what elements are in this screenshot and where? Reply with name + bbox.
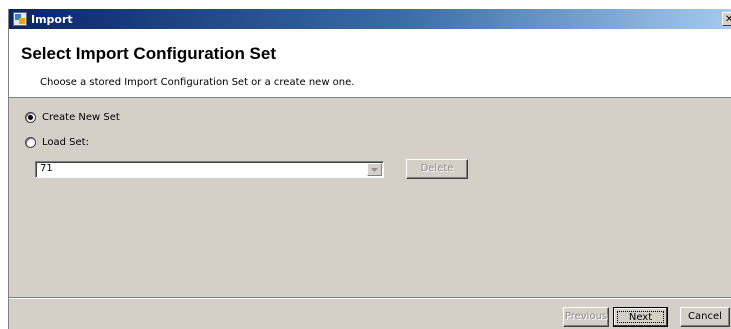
page-subtitle: Choose a stored Import Configuration Set… xyxy=(40,77,355,88)
set-selector-dropdown[interactable]: 71 xyxy=(35,161,384,178)
import-wizard-icon xyxy=(12,11,28,27)
delete-button[interactable]: Delete xyxy=(406,159,468,179)
load-set-option[interactable]: Load Set: xyxy=(25,137,89,148)
cancel-button[interactable]: Cancel xyxy=(680,307,730,327)
load-set-label: Load Set: xyxy=(42,137,89,148)
previous-button[interactable]: Previous xyxy=(563,307,609,327)
chevron-down-icon[interactable] xyxy=(367,163,382,176)
import-dialog: Import ✕ Select Import Configuration Set… xyxy=(8,9,731,329)
close-icon[interactable]: ✕ xyxy=(722,12,731,26)
load-set-radio[interactable] xyxy=(25,137,36,148)
title-bar[interactable]: Import ✕ xyxy=(9,9,731,29)
next-button-label: Next xyxy=(617,311,664,323)
create-new-set-radio[interactable] xyxy=(25,112,36,123)
window-title: Import xyxy=(31,12,73,26)
next-button[interactable]: Next xyxy=(613,307,668,327)
page-title: Select Import Configuration Set xyxy=(21,44,277,63)
set-selector-value: 71 xyxy=(40,163,53,174)
create-new-set-label: Create New Set xyxy=(42,112,120,123)
footer-divider xyxy=(9,297,731,299)
create-new-set-option[interactable]: Create New Set xyxy=(25,112,120,123)
wizard-header: Select Import Configuration Set Choose a… xyxy=(9,29,731,98)
